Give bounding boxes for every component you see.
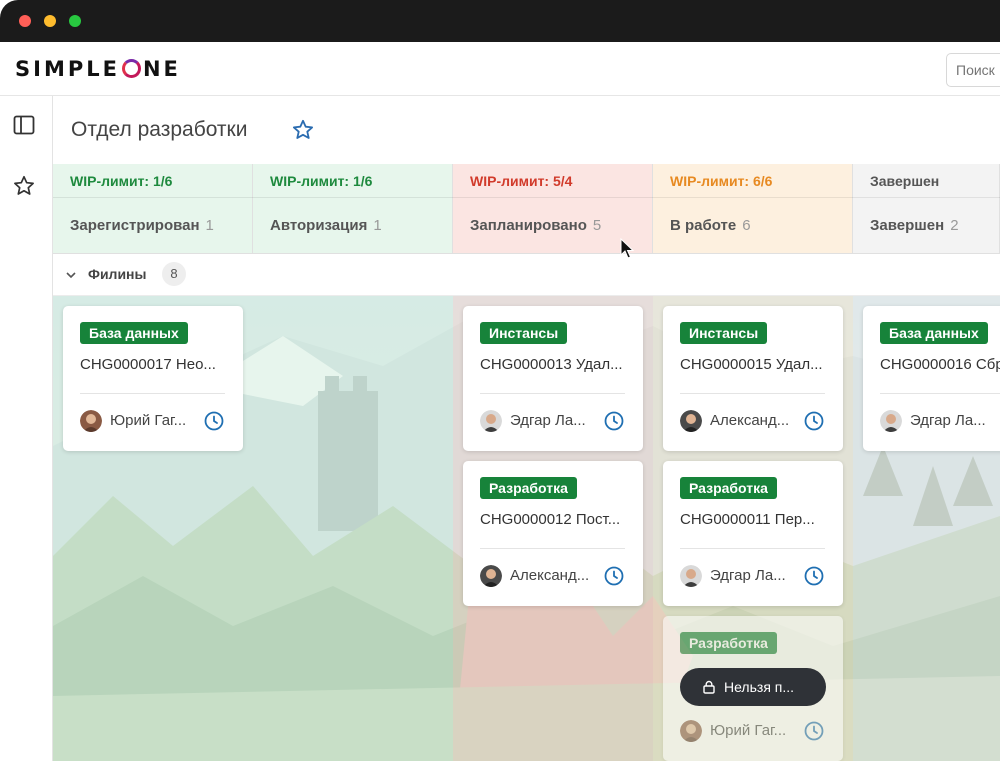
divider — [653, 197, 853, 198]
task-card[interactable]: Инстансы CHG0000013 Удал... Эдгар Ла... — [463, 306, 643, 451]
divider — [880, 393, 1000, 394]
assignee-name: Юрий Гаг... — [710, 722, 787, 739]
search-input[interactable] — [946, 53, 1000, 87]
category-tag: Разработка — [680, 477, 777, 499]
card-title: CHG0000012 Пост... — [480, 511, 621, 528]
avatar — [80, 410, 102, 432]
minimize-window-button[interactable] — [44, 15, 56, 27]
avatar — [680, 565, 702, 587]
assignee-name: Александ... — [510, 567, 590, 584]
card-title: CHG0000015 Удал... — [680, 356, 823, 373]
column-header-registered[interactable]: WIP-лимит: 1/6 Зарегистрирован 1 — [53, 164, 253, 254]
divider — [680, 548, 825, 549]
column-count: 2 — [950, 217, 959, 234]
column-title: Завершен 2 — [870, 217, 959, 234]
divider — [253, 197, 453, 198]
assignee-name: Эдгар Ла... — [910, 412, 986, 429]
card-title: CHG0000017 Нео... — [80, 356, 216, 373]
column-header-authorization[interactable]: WIP-лимит: 1/6 Авторизация 1 — [253, 164, 453, 254]
task-card[interactable]: Разработка CHG0000012 Пост... Александ..… — [463, 461, 643, 606]
wip-limit-label: WIP-лимит: 6/6 — [670, 173, 773, 189]
maximize-window-button[interactable] — [69, 15, 81, 27]
chevron-down-icon[interactable] — [65, 269, 77, 281]
divider — [80, 393, 225, 394]
favorite-star-icon[interactable] — [291, 118, 315, 142]
category-tag: Инстансы — [480, 322, 568, 344]
app-header: SIMPLE NE — [0, 42, 1000, 96]
page-title: Отдел разработки — [71, 118, 248, 141]
divider — [53, 197, 253, 198]
wip-limit-label: WIP-лимит: 5/4 — [470, 173, 573, 189]
clock-icon[interactable] — [603, 410, 625, 432]
window-titlebar — [0, 0, 1000, 42]
app-window: SIMPLENE Отдел разработки WIP-лимит: 1/6… — [0, 0, 1000, 761]
left-sidebar — [0, 96, 53, 761]
divider — [453, 197, 653, 198]
assignee-name: Юрий Гаг... — [110, 412, 187, 429]
avatar — [880, 410, 902, 432]
column-header-completed[interactable]: Завершен Завершен 2 — [853, 164, 1000, 254]
column-count: 1 — [373, 217, 382, 234]
column-count: 5 — [592, 217, 602, 234]
column-title: В работе 6 — [670, 217, 751, 234]
sidebar-toggle-icon[interactable] — [12, 113, 36, 137]
kanban-board: WIP-лимит: 1/6 Зарегистрирован 1 WIP-лими… — [53, 164, 1000, 761]
logo-ring-icon — [121, 59, 141, 78]
column-count: 6 — [742, 217, 751, 234]
clock-icon[interactable] — [803, 720, 825, 742]
category-tag: База данных — [880, 322, 988, 344]
divider — [480, 393, 625, 394]
favorites-star-icon[interactable] — [12, 174, 36, 198]
divider — [680, 393, 825, 394]
assignee-name: Эдгар Ла... — [510, 412, 586, 429]
task-card[interactable]: База данных CHG0000016 Сбр... Эдгар Ла..… — [863, 306, 1000, 451]
toast-text: Нельзя п... — [724, 679, 795, 695]
assignee-name: Александ... — [710, 412, 790, 429]
clock-icon[interactable] — [803, 565, 825, 587]
column-title: Зарегистрирован 1 — [70, 217, 214, 234]
swimlane-count-badge: 8 — [162, 262, 186, 286]
category-tag: Разработка — [480, 477, 577, 499]
column-count: 1 — [205, 217, 214, 234]
simpleone-logo[interactable]: SIMPLE NE — [15, 55, 181, 83]
column-title: Авторизация 1 — [270, 217, 382, 234]
clock-icon[interactable] — [603, 565, 625, 587]
cannot-move-toast: Нельзя п... — [680, 668, 826, 706]
category-tag: Инстансы — [680, 322, 768, 344]
divider — [853, 197, 1000, 198]
column-title: Запланировано 5 — [470, 217, 602, 234]
wip-limit-label: WIP-лимит: 1/6 — [70, 173, 173, 189]
column-header-in-progress[interactable]: WIP-лимит: 6/6 В работе 6 — [653, 164, 853, 254]
swimlane-name: Филины — [88, 266, 147, 282]
wip-limit-label: WIP-лимит: 1/6 — [270, 173, 373, 189]
avatar — [480, 565, 502, 587]
assignee-name: Эдгар Ла... — [710, 567, 786, 584]
card-title: CHG0000011 Пер... — [680, 511, 815, 528]
card-title: CHG0000013 Удал... — [480, 356, 623, 373]
category-tag: Разработка — [680, 632, 777, 654]
category-tag: База данных — [80, 322, 188, 344]
mouse-cursor-icon — [620, 238, 635, 259]
task-card[interactable]: База данных CHG0000017 Нео... Юрий Гаг..… — [63, 306, 243, 451]
lock-icon — [703, 680, 715, 694]
divider — [480, 548, 625, 549]
avatar — [680, 410, 702, 432]
close-window-button[interactable] — [19, 15, 31, 27]
task-card[interactable]: Разработка CHG0000011 Пер... Эдгар Ла... — [663, 461, 843, 606]
page-header: Отдел разработки — [53, 96, 1000, 164]
task-card[interactable]: Инстансы CHG0000015 Удал... Александ... — [663, 306, 843, 451]
swimlane-header[interactable]: Филины 8 — [53, 254, 1000, 296]
column-status-label: Завершен — [870, 173, 940, 189]
clock-icon[interactable] — [203, 410, 225, 432]
card-title: CHG0000016 Сбр... — [880, 356, 1000, 373]
avatar — [480, 410, 502, 432]
clock-icon[interactable] — [803, 410, 825, 432]
avatar — [680, 720, 702, 742]
